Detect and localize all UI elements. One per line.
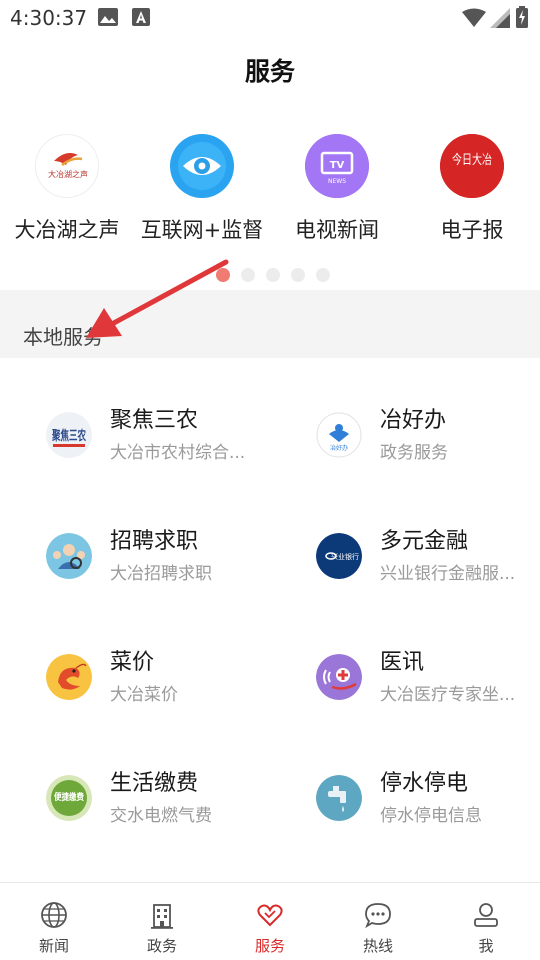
service-bill-payment[interactable]: 便捷缴费 生活缴费 交水电燃气费 [46,765,306,865]
pager-dot-active[interactable] [216,268,230,282]
globe-icon [41,902,67,928]
service-outage-info[interactable]: 停水停电 停水停电信息 [316,765,540,865]
nav-label: 热线 [362,937,393,955]
service-title: 招聘求职 [110,529,199,554]
service-vegetable-prices[interactable]: 菜价 大冶菜价 [46,644,306,744]
pager-dot[interactable] [291,268,305,282]
status-time: 4:30:37 [10,6,88,30]
status-bar: 4:30:37 [0,0,540,36]
nav-label: 服务 [254,937,285,955]
nav-label: 新闻 [38,937,69,955]
service-subtitle: 大冶市农村综合... [110,443,246,463]
tv-news-icon: TV NEWS [305,134,369,198]
bottom-navigation: 新闻 政务 服务 热线 我 [0,882,540,960]
nav-label: 政务 [146,937,177,955]
page-title: 服务 [244,57,295,86]
carousel-item-label: 互联网+监督 [140,218,264,242]
svg-text:便捷缴费: 便捷缴费 [54,791,84,803]
radio-station-logo-icon: 大冶湖之声 [35,134,99,198]
carousel-item-supervision[interactable]: 互联网+监督 [135,128,269,244]
service-gov[interactable]: 冶好办 冶好办 政务服务 [316,402,540,502]
service-subtitle: 交水电燃气费 [110,806,212,826]
battery-charging-icon [516,6,528,28]
svg-text:聚焦三农: 聚焦三农 [51,428,86,444]
service-subtitle: 兴业银行金融服... [380,564,516,584]
svg-text:兴业银行: 兴业银行 [331,552,359,561]
government-service-icon: 冶好办 [316,412,362,458]
nav-tab-me[interactable]: 我 [432,883,540,960]
job-recruitment-icon [46,533,92,579]
chat-bubble-icon [365,903,391,929]
image-notification-icon [98,8,118,26]
service-subtitle: 大冶招聘求职 [110,564,212,584]
pager-dot[interactable] [316,268,330,282]
person-icon [474,903,498,927]
svg-text:冶好办: 冶好办 [330,444,348,452]
service-title: 聚焦三农 [110,408,199,433]
nav-tab-government[interactable]: 政务 [108,883,216,960]
service-subtitle: 停水停电信息 [380,806,482,826]
service-subtitle: 政务服务 [380,443,448,463]
nav-label: 我 [478,937,494,955]
nav-tab-services[interactable]: 服务 [216,883,324,960]
service-title: 生活缴费 [110,771,199,796]
carousel-item-radio[interactable]: 大冶湖之声 大冶湖之声 [0,128,134,244]
service-subtitle: 大冶医疗专家坐... [380,685,516,705]
bill-payment-icon: 便捷缴费 [46,775,92,821]
service-title: 多元金融 [380,529,469,554]
service-title: 菜价 [110,650,155,675]
carousel-item-label: 电视新闻 [295,218,379,242]
svg-text:大冶湖之声: 大冶湖之声 [48,169,88,179]
bank-icon: 兴业银行 [316,533,362,579]
service-finance[interactable]: 兴业银行 多元金融 兴业银行金融服... [316,523,540,623]
water-tap-icon [316,775,362,821]
service-agriculture[interactable]: 聚焦三农 聚焦三农 大冶市农村综合... [46,402,306,502]
wifi-icon [462,8,486,27]
local-services-grid: 聚焦三农 聚焦三农 大冶市农村综合... 冶好办 冶好办 政务服务 [0,358,540,882]
carousel-item-label: 电子报 [440,218,504,242]
nav-tab-hotline[interactable]: 热线 [324,883,432,960]
section-title: 本地服务 [23,325,103,349]
signal-icon [490,8,510,28]
service-title: 停水停电 [380,771,469,796]
service-jobs[interactable]: 招聘求职 大冶招聘求职 [46,523,306,623]
shrimp-icon [46,654,92,700]
agriculture-icon: 聚焦三农 [46,412,92,458]
svg-text:NEWS: NEWS [328,178,346,185]
carousel-item-e-paper[interactable]: 今日大冶 电子报 [405,128,539,244]
service-title: 冶好办 [380,408,447,433]
svg-text:TV: TV [330,160,345,171]
service-title: 医讯 [380,650,425,675]
newspaper-calligraphy-icon: 今日大冶 [440,134,504,198]
font-notification-icon [132,8,150,26]
featured-carousel[interactable]: 大冶湖之声 大冶湖之声 互联网+监督 TV NEWS 电视新闻 今日大冶 电子报 [0,128,540,258]
carousel-item-label: 大冶湖之声 [14,218,120,242]
building-icon [151,904,173,929]
service-subtitle: 大冶菜价 [110,685,178,705]
eye-icon [170,134,234,198]
pager-dot[interactable] [266,268,280,282]
heart-icon [257,904,283,927]
pager-dot[interactable] [241,268,255,282]
section-header: 本地服务 [0,290,540,358]
carousel-item-tv-news[interactable]: TV NEWS 电视新闻 [270,128,404,244]
service-medical[interactable]: 医讯 大冶医疗专家坐... [316,644,540,744]
medical-icon [316,654,362,700]
nav-tab-news[interactable]: 新闻 [0,883,108,960]
svg-text:今日大冶: 今日大冶 [452,152,492,168]
